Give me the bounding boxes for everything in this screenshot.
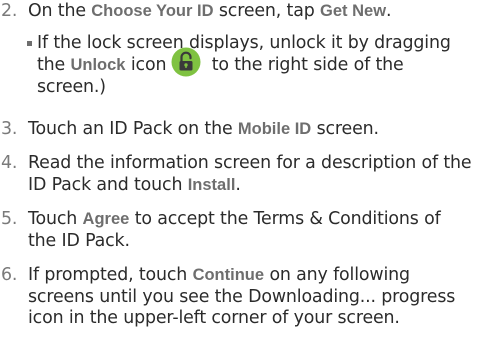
step-text: On the Choose Your ID screen, tap Get Ne… xyxy=(28,1,392,21)
keyword-install: Install xyxy=(187,175,236,194)
step-4: 4. Read the information screen for a des… xyxy=(1,153,473,196)
step-number: 5. xyxy=(1,209,18,229)
step-text: If prompted, touch Continue on any follo… xyxy=(28,265,456,328)
step-2: 2. On the Choose Your ID screen, tap Get… xyxy=(1,1,473,97)
keyword-choose-your-id: Choose Your ID xyxy=(91,2,214,20)
step-text: Touch Agree to accept the Terms & Condit… xyxy=(28,209,441,251)
keyword-get-new: Get New xyxy=(320,2,387,20)
sub-bullet-text: If the lock screen displays, unlock it b… xyxy=(37,33,451,97)
unlock-icon xyxy=(171,47,201,77)
step-3: 3. Touch an ID Pack on the Mobile ID scr… xyxy=(1,119,473,141)
keyword-mobile-id: Mobile ID xyxy=(237,120,312,138)
step-text: Touch an ID Pack on the Mobile ID screen… xyxy=(28,119,379,139)
bullet-marker xyxy=(27,41,32,46)
step-number: 4. xyxy=(1,153,18,173)
step-number: 2. xyxy=(1,1,18,21)
sub-bullet-unlock: If the lock screen displays, unlock it b… xyxy=(27,32,477,98)
keyword-agree: Agree xyxy=(82,210,130,228)
keyword-continue: Continue xyxy=(192,266,265,284)
step-text: Read the information screen for a descri… xyxy=(28,153,472,195)
step-number: 3. xyxy=(1,119,18,139)
keyword-unlock: Unlock xyxy=(70,56,126,74)
step-6: 6. If prompted, touch Continue on any fo… xyxy=(1,265,473,330)
step-5: 5. Touch Agree to accept the Terms & Con… xyxy=(1,209,473,252)
step-number: 6. xyxy=(1,265,18,285)
